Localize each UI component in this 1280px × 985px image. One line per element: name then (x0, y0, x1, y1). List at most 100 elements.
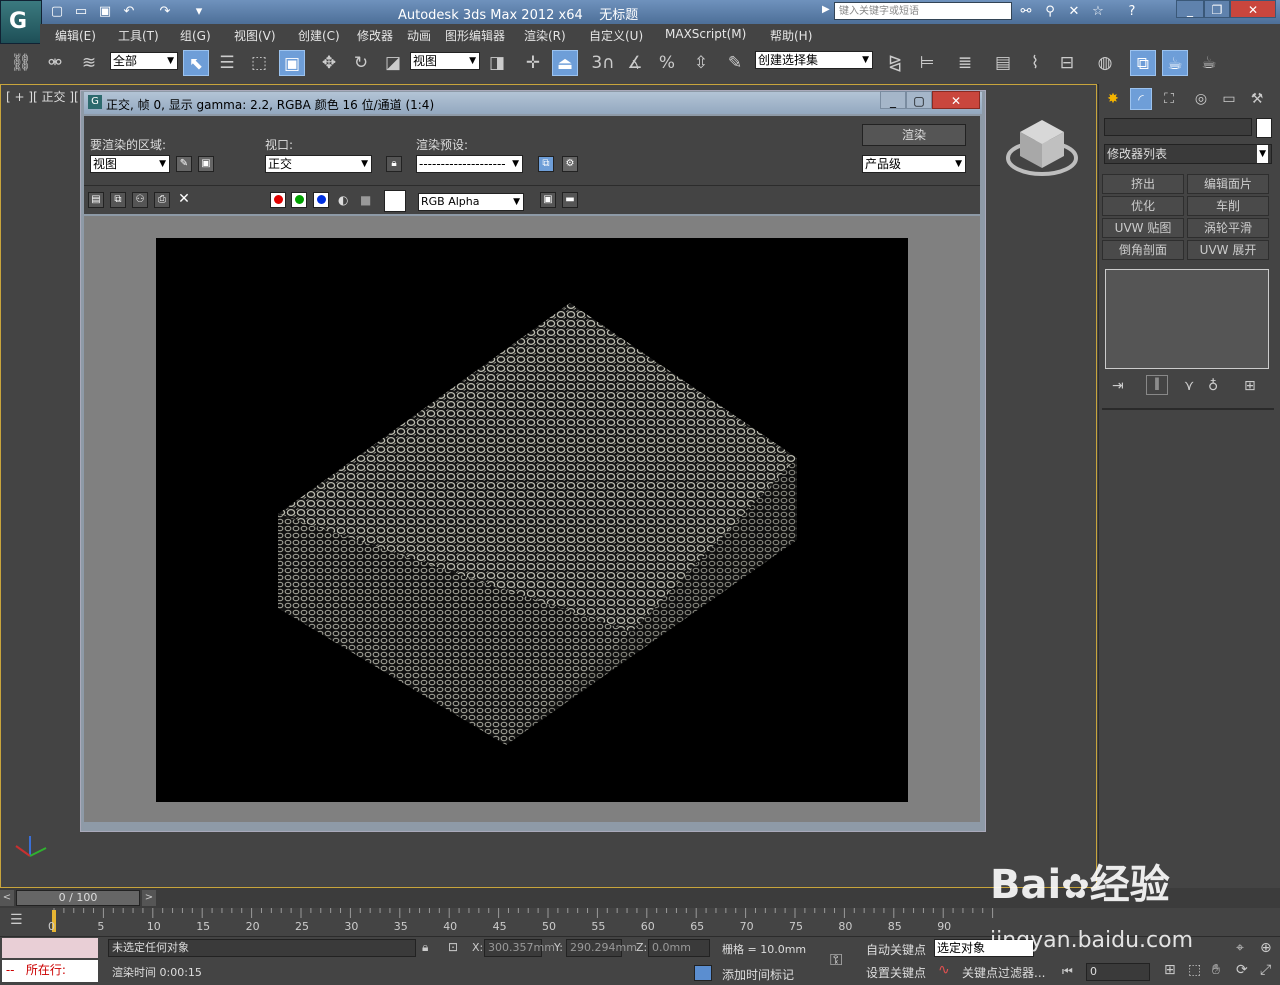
modifier-uvw-map-button[interactable]: UVW 贴图 (1102, 218, 1184, 238)
modifier-unwrap-uvw-button[interactable]: UVW 展开 (1187, 240, 1269, 260)
new-file-icon[interactable]: ▢ (48, 3, 66, 21)
bind-space-warp-icon[interactable]: ≋ (76, 50, 102, 76)
utilities-tab-icon[interactable]: ⚒ (1246, 88, 1268, 110)
configure-modifier-sets-icon[interactable]: ⊞ (1244, 378, 1256, 394)
swatch-color[interactable] (384, 190, 406, 212)
curve-editor-icon[interactable]: ⌇ (1022, 50, 1048, 76)
add-time-tag-button[interactable]: 添加时间标记 (722, 966, 794, 983)
time-slider-next-button[interactable]: > (142, 890, 156, 906)
script-line-field[interactable]: -- 所在行: (2, 960, 98, 982)
show-end-result-icon[interactable]: ‖ (1146, 375, 1168, 395)
undo-icon[interactable]: ↶ (120, 3, 138, 21)
menu-maxscript[interactable]: MAXScript(M) (665, 27, 746, 41)
auto-region-icon[interactable]: ▣ (198, 156, 214, 172)
reference-coordinate-dropdown[interactable]: 视图 ▼ (410, 52, 480, 70)
quick-access-dropdown-icon[interactable]: ▾ (190, 3, 208, 21)
absolute-mode-icon[interactable]: ⊡ (448, 940, 458, 954)
copy-image-icon[interactable]: ⧉ (110, 192, 126, 208)
modifier-extrude-button[interactable]: 挤出 (1102, 174, 1184, 194)
named-selection-set-dropdown[interactable]: 创建选择集 ▼ (755, 51, 873, 69)
modifier-edit-patch-button[interactable]: 编辑面片 (1187, 174, 1269, 194)
field-of-view-icon[interactable]: ⌖ (1236, 940, 1244, 956)
menu-graph-editors[interactable]: 图形编辑器 (445, 27, 505, 44)
close-button[interactable]: ✕ (1230, 0, 1276, 18)
modifier-bevel-profile-button[interactable]: 倒角剖面 (1102, 240, 1184, 260)
menu-customize[interactable]: 自定义(U) (589, 27, 643, 44)
app-logo-button[interactable]: G (0, 0, 42, 44)
edit-region-icon[interactable]: ✎ (176, 156, 192, 172)
lock-viewport-icon[interactable]: 🔒︎ (386, 156, 402, 172)
monochrome-icon[interactable]: ■ (360, 193, 371, 207)
redo-icon[interactable]: ↷ (156, 3, 174, 21)
go-to-start-icon[interactable]: ⏮ (1062, 964, 1073, 979)
blue-channel-toggle[interactable] (313, 192, 329, 208)
create-tab-icon[interactable]: ✸ (1102, 88, 1124, 110)
pan-view-icon[interactable]: ✋︎ (1212, 962, 1220, 978)
select-scale-icon[interactable]: ◪ (380, 50, 406, 76)
link-icon[interactable]: ⛓ (8, 50, 34, 76)
modify-tab-icon[interactable]: ◜ (1130, 88, 1152, 110)
schematic-view-icon[interactable]: ⊟ (1054, 50, 1080, 76)
select-by-name-icon[interactable]: ☰ (214, 50, 240, 76)
hierarchy-tab-icon[interactable]: ⛶ (1158, 88, 1180, 110)
render-setup-small-icon[interactable]: ⧉ (538, 156, 554, 172)
binoculars-icon[interactable]: ⚯ (1016, 3, 1036, 21)
motion-tab-icon[interactable]: ◎ (1190, 88, 1212, 110)
rendered-frame-window-icon[interactable]: ☕ (1162, 50, 1188, 76)
window-crossing-icon[interactable]: ▣ (279, 50, 305, 76)
maxscript-listener-mini[interactable] (2, 938, 98, 958)
zoom-extents-icon[interactable]: ⬚ (1188, 962, 1201, 978)
clear-image-icon[interactable]: ✕ (176, 192, 192, 208)
environment-effects-icon[interactable]: ⚙ (562, 156, 578, 172)
remove-modifier-icon[interactable]: ♁ (1208, 378, 1218, 394)
render-window-maximize-button[interactable]: ▢ (906, 91, 932, 109)
mirror-icon[interactable]: ⧎ (882, 50, 908, 76)
select-rotate-icon[interactable]: ↻ (348, 50, 374, 76)
viewport-label[interactable]: [ + ][ 正交 ][ (6, 88, 79, 105)
arc-rotate-icon[interactable]: ⟳ (1236, 962, 1248, 978)
restore-button[interactable]: ❐ (1204, 0, 1230, 18)
menu-tools[interactable]: 工具(T) (118, 27, 159, 44)
save-image-icon[interactable]: ▤ (88, 192, 104, 208)
y-coord-field[interactable]: 290.294mm (566, 939, 637, 957)
time-config-icon[interactable]: ⊞ (1164, 962, 1176, 978)
select-object-icon[interactable]: ⬉ (183, 50, 209, 76)
layer-manager-icon[interactable]: ≣ (952, 50, 978, 76)
time-slider-prev-button[interactable]: < (0, 890, 14, 906)
set-key-icon[interactable]: ⚿ (830, 950, 842, 970)
menu-edit[interactable]: 编辑(E) (55, 27, 96, 44)
subscription-icon[interactable]: ⚲ (1040, 3, 1060, 21)
material-editor-icon[interactable]: ◍ (1092, 50, 1118, 76)
select-manipulate-icon[interactable]: ✛ (520, 50, 546, 76)
pin-stack-icon[interactable]: ⇥ (1112, 378, 1124, 394)
spinner-snap-icon[interactable]: ⇳ (688, 50, 714, 76)
menu-rendering[interactable]: 渲染(R) (524, 27, 566, 44)
minimize-button[interactable]: _ (1176, 0, 1204, 18)
clone-window-icon[interactable]: ⚇ (132, 192, 148, 208)
search-expand-icon[interactable]: ▶ (822, 4, 830, 15)
select-move-icon[interactable]: ✥ (316, 50, 342, 76)
area-to-render-dropdown[interactable]: 视图 ▼ (90, 155, 170, 173)
alpha-channel-icon[interactable]: ◐ (338, 193, 348, 207)
help-icon[interactable]: ? (1122, 3, 1142, 21)
modifier-list-dropdown[interactable]: 修改器列表 ▼ (1104, 144, 1272, 164)
percent-snap-icon[interactable]: % (654, 50, 680, 76)
render-production-icon[interactable]: ☕ (1196, 50, 1222, 76)
green-channel-toggle[interactable] (291, 192, 307, 208)
display-tab-icon[interactable]: ▭ (1218, 88, 1240, 110)
menu-group[interactable]: 组(G) (180, 27, 211, 44)
render-preset-dropdown[interactable]: -------------------- ▼ (416, 155, 523, 173)
x-coord-field[interactable]: 300.357mm (484, 939, 555, 957)
render-button[interactable]: 渲染 (862, 124, 966, 146)
menu-help[interactable]: 帮助(H) (770, 27, 812, 44)
set-key-button[interactable]: 设置关键点 (866, 964, 926, 981)
modifier-stack-list[interactable] (1105, 269, 1269, 369)
viewport-dropdown[interactable]: 正交 ▼ (265, 155, 372, 173)
print-image-icon[interactable]: ⎙ (154, 192, 170, 208)
menu-view[interactable]: 视图(V) (234, 27, 276, 44)
make-unique-icon[interactable]: ⋎ (1184, 378, 1194, 394)
communication-icon[interactable]: ✕ (1064, 3, 1084, 21)
display-channel-dropdown[interactable]: RGB Alpha ▼ (418, 193, 524, 211)
align-icon[interactable]: ⊨ (914, 50, 940, 76)
toggle-ui-overlay-icon[interactable]: ▣ (540, 192, 556, 208)
